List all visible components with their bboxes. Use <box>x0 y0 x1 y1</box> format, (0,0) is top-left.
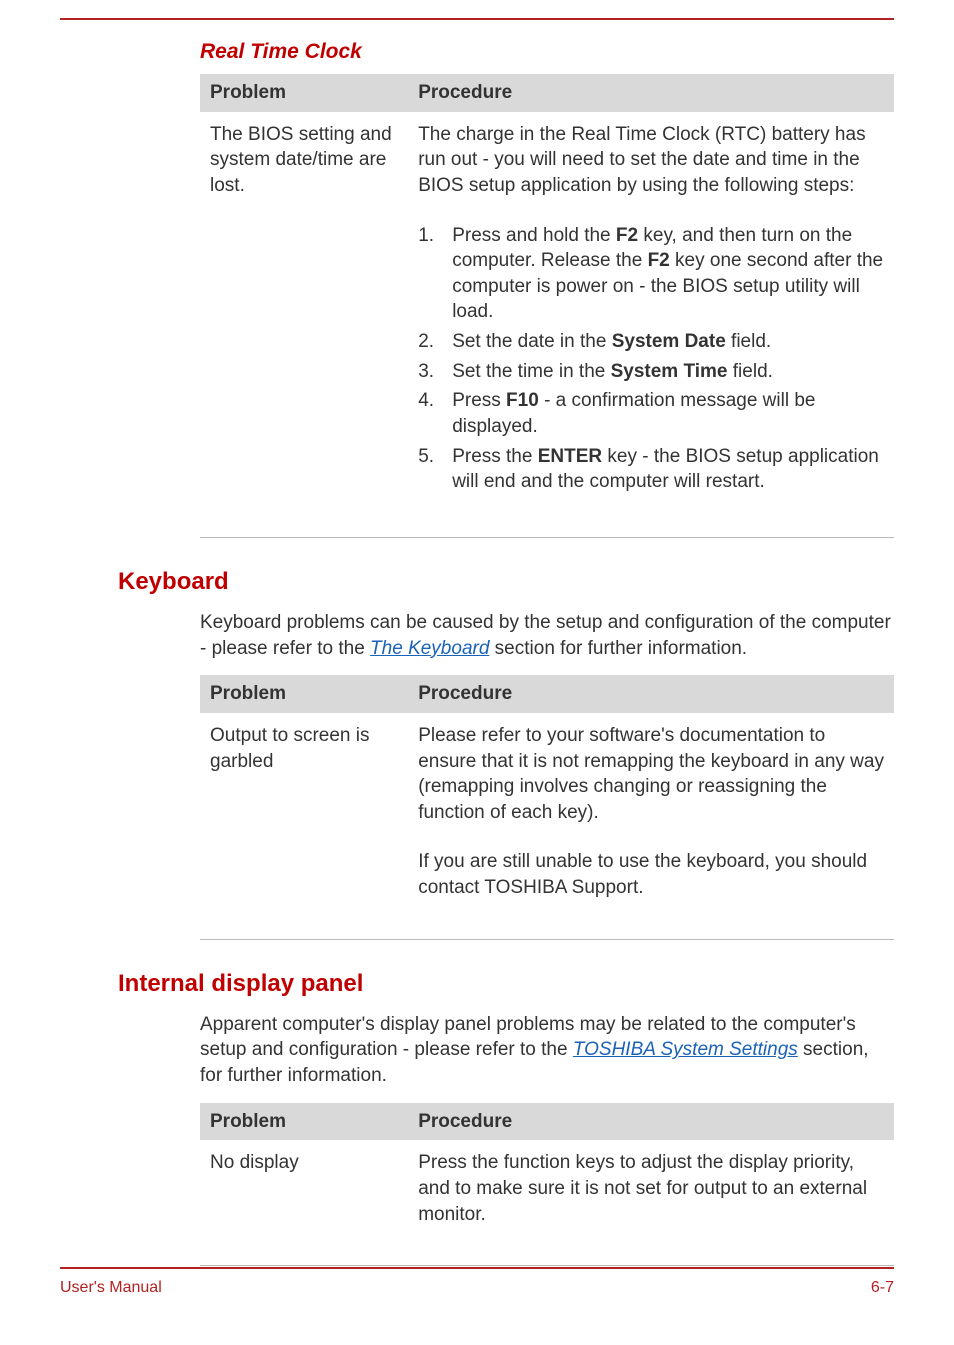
kb-problem: Output to screen is garbled <box>200 713 408 840</box>
footer-left: User's Manual <box>60 1279 162 1297</box>
rtc-intro: The charge in the Real Time Clock (RTC) … <box>408 112 894 213</box>
keyboard-title: Keyboard <box>118 568 894 596</box>
th-problem: Problem <box>200 74 408 112</box>
t: Set the time in the <box>452 361 610 382</box>
key-f2: F2 <box>616 225 638 246</box>
content: Real Time Clock Problem Procedure The BI… <box>60 20 894 1267</box>
t: field. <box>728 361 773 382</box>
display-title: Internal display panel <box>118 970 894 998</box>
display-intro: Apparent computer's display panel proble… <box>200 1012 894 1089</box>
table-row: No display Press the function keys to ad… <box>200 1140 894 1241</box>
t: Press the <box>452 446 538 467</box>
table-row: The BIOS setting and system date/time ar… <box>200 112 894 213</box>
t: Press <box>452 390 506 411</box>
t: Set the date in the <box>452 331 612 352</box>
kb-proc2: If you are still unable to use the keybo… <box>408 839 894 914</box>
t: section for further information. <box>489 638 747 659</box>
disp-proc: Press the function keys to adjust the di… <box>408 1140 894 1241</box>
th-procedure: Procedure <box>408 1103 894 1141</box>
kb-proc1: Please refer to your software's document… <box>408 713 894 840</box>
section-display: Apparent computer's display panel proble… <box>200 1012 894 1266</box>
step-4: Press F10 - a confirmation message will … <box>418 388 884 439</box>
key-f2: F2 <box>648 250 670 271</box>
th-problem: Problem <box>200 675 408 713</box>
footer: User's Manual 6-7 <box>60 1267 894 1345</box>
section-keyboard: Keyboard problems can be caused by the s… <box>200 610 894 940</box>
rtc-table: Problem Procedure The BIOS setting and s… <box>200 74 894 538</box>
kb-empty <box>200 839 408 914</box>
page: Real Time Clock Problem Procedure The BI… <box>0 0 954 1345</box>
key-enter: ENTER <box>538 446 602 467</box>
display-table: Problem Procedure No display Press the f… <box>200 1103 894 1267</box>
rtc-title: Real Time Clock <box>200 40 894 64</box>
th-problem: Problem <box>200 1103 408 1141</box>
step-1: Press and hold the F2 key, and then turn… <box>418 223 884 326</box>
step-5: Press the ENTER key - the BIOS setup app… <box>418 444 884 495</box>
th-procedure: Procedure <box>408 675 894 713</box>
table-header-row: Problem Procedure <box>200 74 894 112</box>
rtc-empty <box>200 213 408 513</box>
step-3: Set the time in the System Time field. <box>418 359 884 385</box>
rtc-steps: Press and hold the F2 key, and then turn… <box>418 223 884 495</box>
keyboard-table: Problem Procedure Output to screen is ga… <box>200 675 894 939</box>
table-row: If you are still unable to use the keybo… <box>200 839 894 914</box>
t: Press and hold the <box>452 225 616 246</box>
th-procedure: Procedure <box>408 74 894 112</box>
rtc-steps-cell: Press and hold the F2 key, and then turn… <box>408 213 894 513</box>
table-row: Press and hold the F2 key, and then turn… <box>200 213 894 513</box>
keyboard-intro: Keyboard problems can be caused by the s… <box>200 610 894 661</box>
step-2: Set the date in the System Date field. <box>418 329 884 355</box>
table-rule <box>200 915 894 940</box>
table-header-row: Problem Procedure <box>200 1103 894 1141</box>
t: field. <box>726 331 771 352</box>
field-system-date: System Date <box>612 331 726 352</box>
rtc-problem: The BIOS setting and system date/time ar… <box>200 112 408 213</box>
table-rule <box>200 513 894 538</box>
field-system-time: System Time <box>611 361 728 382</box>
footer-right: 6-7 <box>871 1279 894 1297</box>
disp-problem: No display <box>200 1140 408 1241</box>
table-header-row: Problem Procedure <box>200 675 894 713</box>
link-toshiba-system-settings[interactable]: TOSHIBA System Settings <box>573 1039 798 1060</box>
key-f10: F10 <box>506 390 539 411</box>
table-rule <box>200 1241 894 1266</box>
table-row: Output to screen is garbled Please refer… <box>200 713 894 840</box>
link-the-keyboard[interactable]: The Keyboard <box>370 638 489 659</box>
section-rtc: Real Time Clock Problem Procedure The BI… <box>200 40 894 538</box>
